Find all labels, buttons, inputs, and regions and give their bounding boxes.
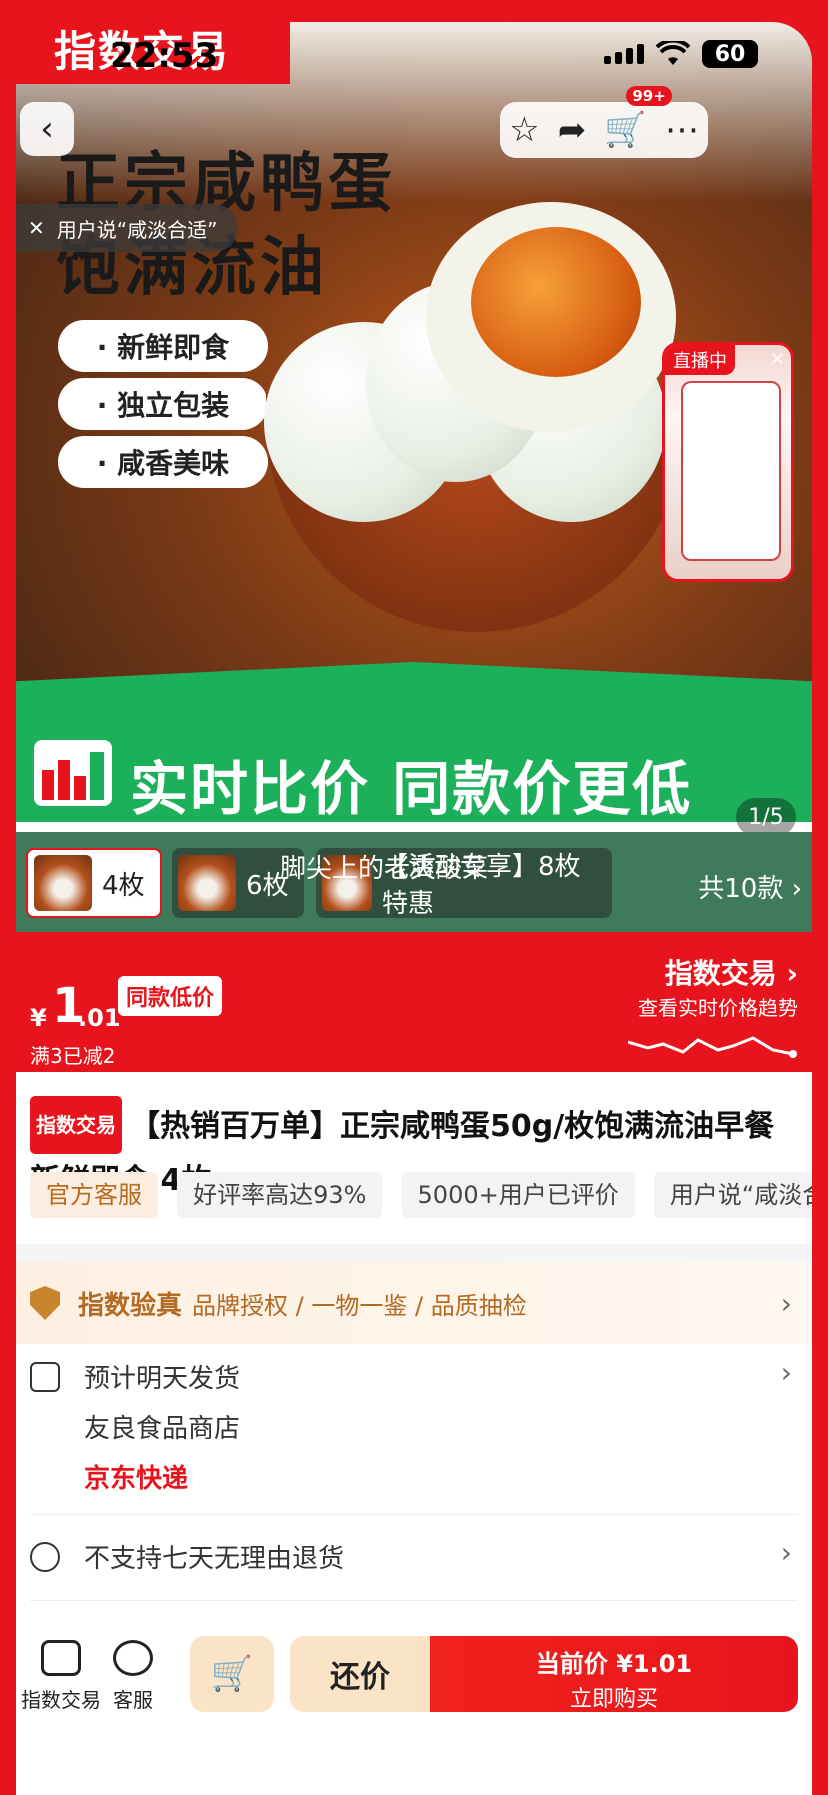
review-count-chip[interactable]: 5000+用户已评价	[401, 1172, 635, 1218]
compare-banner-text: 实时比价 同款价更低	[130, 755, 693, 823]
app-screen: 正宗咸鸭蛋 饱满流油 · 新鲜即食 · 独立包装 · 咸香美味 ‹ ☆ ➦ 🛒 …	[16, 22, 812, 1795]
price-currency: ¥	[30, 1004, 47, 1032]
truck-icon	[30, 1362, 60, 1392]
verify-title: 指数验真	[78, 1290, 183, 1321]
live-stream-window[interactable]: 直播中 ✕	[662, 342, 794, 582]
variant-total-link[interactable]: 共10款 ›	[698, 868, 802, 905]
cart-badge: 99+	[626, 86, 672, 106]
cart-plus-icon: 🛒	[210, 1654, 254, 1694]
chevron-left-icon: ‹	[40, 109, 54, 149]
promo-text: 满3已减2	[30, 1044, 116, 1068]
overlay-caption: 脚尖上的老爽酸菜	[280, 854, 489, 884]
bottom-action-bar: 指数交易 客服 🛒 还价 当前价 ¥1.01 立即购买	[16, 1622, 812, 1795]
verify-items: 品牌授权 / 一物一鉴 / 品质抽检	[192, 1291, 527, 1320]
user-says-bubble[interactable]: ✕ 用户说“咸淡合适”	[16, 204, 238, 252]
cart-icon[interactable]: 🛒 99+	[604, 86, 672, 150]
variant-thumbnail	[178, 855, 236, 911]
price-trend-link[interactable]: 查看实时价格趋势	[638, 992, 798, 1021]
shield-icon	[30, 1286, 60, 1320]
rating-chip[interactable]: 好评率高达93%	[177, 1172, 383, 1218]
price-decimal: .01	[78, 1004, 121, 1032]
chevron-right-icon[interactable]: ›	[781, 1356, 792, 1389]
wifi-icon	[656, 41, 690, 65]
brand-link[interactable]: 指数交易 ›	[665, 952, 798, 992]
yolk-graphic	[471, 227, 641, 377]
shipping-eta[interactable]: 预计明天发货	[84, 1358, 240, 1395]
product-chip-row: 官方客服 好评率高达93% 5000+用户已评价 用户说“咸淡合	[30, 1172, 812, 1218]
share-icon[interactable]: ➦	[558, 110, 587, 150]
store-name[interactable]: 友良食品商店	[84, 1408, 240, 1445]
more-icon[interactable]: ⋯	[665, 110, 699, 150]
buy-now-button[interactable]: 当前价 ¥1.01 立即购买	[430, 1636, 798, 1712]
hero-tag: · 咸香美味	[58, 436, 268, 488]
status-icons: 60	[604, 40, 758, 68]
battery-icon: 60	[702, 40, 758, 68]
price-bar: ¥ 1 .01 同款低价 满3已减2 指数交易 › 查看实时价格趋势	[16, 932, 812, 1072]
chat-icon	[113, 1640, 153, 1676]
chevron-right-icon: ›	[780, 1286, 792, 1320]
store-icon	[41, 1640, 81, 1676]
chevron-right-icon[interactable]: ›	[781, 1536, 792, 1569]
return-policy[interactable]: 不支持七天无理由退货	[84, 1538, 344, 1575]
brand-badge: 指数交易	[30, 1096, 122, 1154]
customer-service-tab[interactable]: 客服	[88, 1640, 178, 1713]
live-preview	[681, 381, 781, 561]
star-icon[interactable]: ☆	[509, 110, 539, 150]
verification-row[interactable]: 指数验真 品牌授权 / 一物一鉴 / 品质抽检 ›	[16, 1262, 812, 1344]
image-page-counter: 1/5	[736, 798, 796, 836]
user-says-chip[interactable]: 用户说“咸淡合	[653, 1172, 812, 1218]
carrier-name: 京东快递	[84, 1464, 189, 1494]
official-service-chip[interactable]: 官方客服	[30, 1172, 158, 1218]
variant-option[interactable]: 4枚	[26, 848, 162, 918]
variant-thumbnail	[34, 855, 92, 911]
shield-check-icon	[30, 1542, 60, 1572]
hero-actions: ☆ ➦ 🛒 99+ ⋯	[500, 86, 708, 158]
price-trend-sparkline[interactable]	[628, 1030, 798, 1060]
close-icon[interactable]: ✕	[770, 349, 785, 370]
compare-logo-icon	[34, 740, 112, 806]
hero-tag: · 新鲜即食	[58, 320, 268, 372]
signal-icon	[604, 44, 644, 64]
bargain-button[interactable]: 还价	[290, 1636, 430, 1712]
hero-tag: · 独立包装	[58, 378, 268, 430]
low-price-tag: 同款低价	[118, 976, 223, 1016]
close-icon[interactable]: ✕	[28, 216, 45, 240]
add-to-cart-button[interactable]: 🛒	[190, 1636, 274, 1712]
status-time: 22:53	[110, 36, 219, 76]
product-hero-image[interactable]: 正宗咸鸭蛋 饱满流油 · 新鲜即食 · 独立包装 · 咸香美味 ‹ ☆ ➦ 🛒 …	[16, 22, 812, 722]
back-button[interactable]: ‹	[20, 102, 74, 156]
live-label: 直播中	[665, 345, 735, 375]
